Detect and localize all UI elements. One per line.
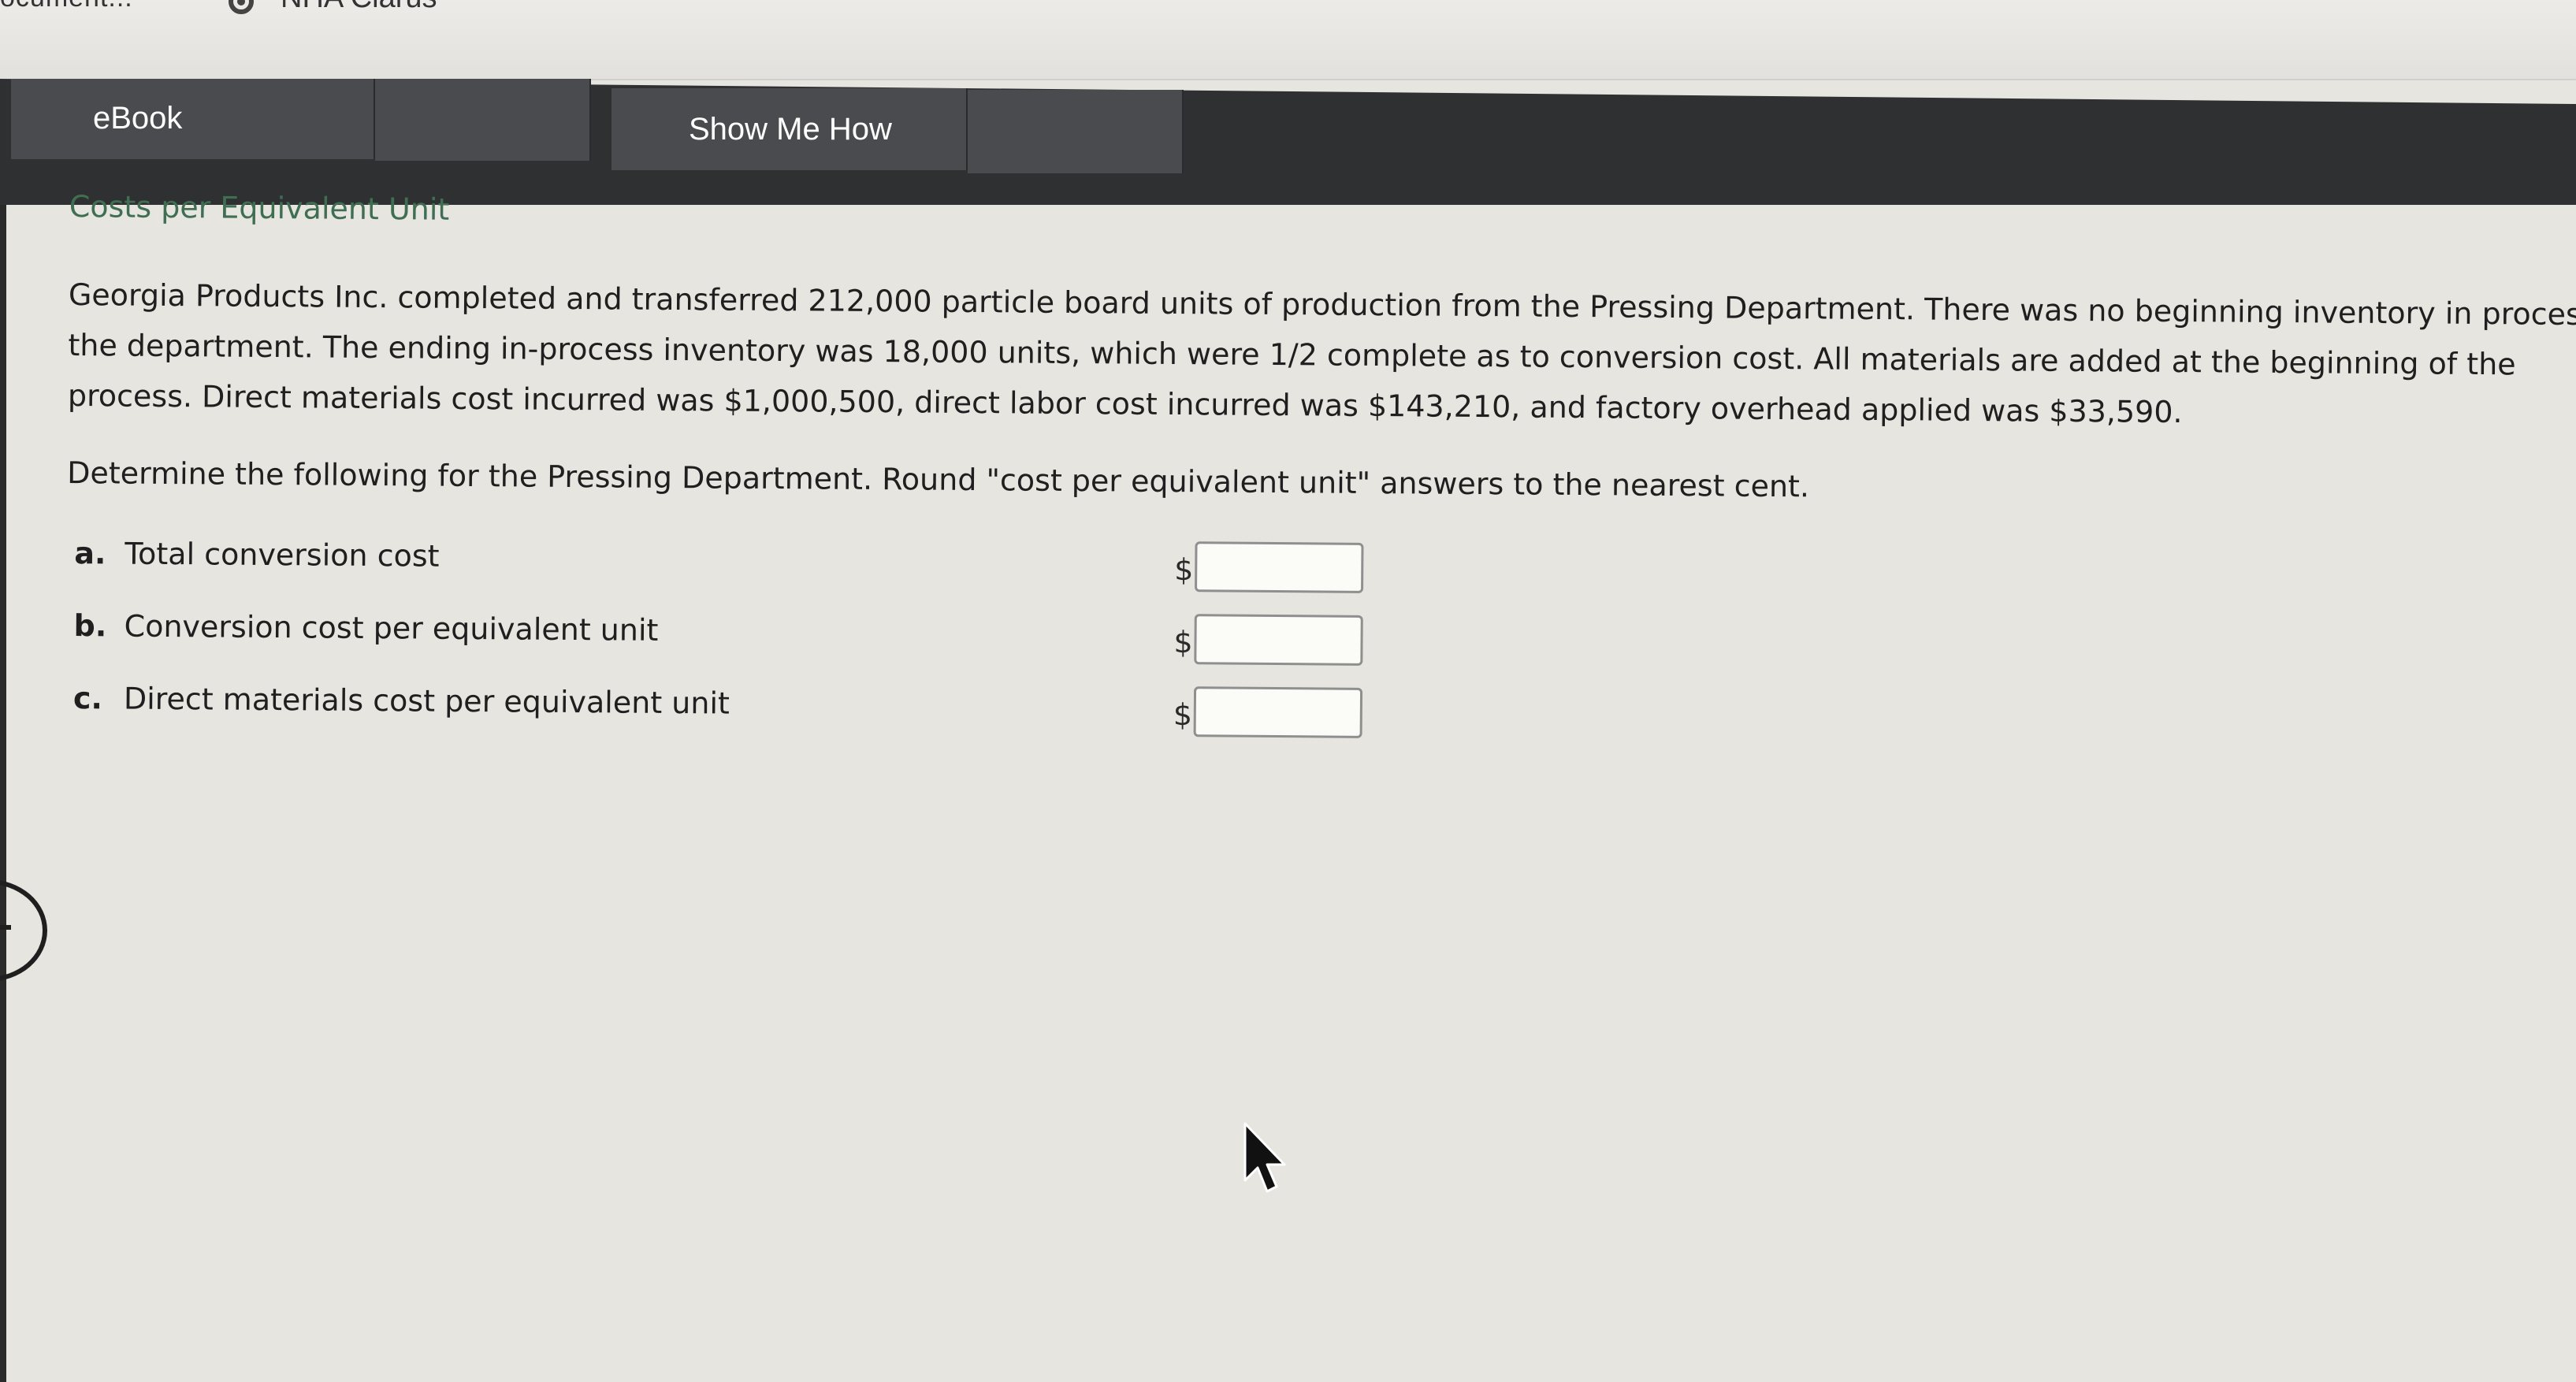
question-letter: a. [74, 536, 106, 571]
mouse-cursor-icon [1243, 1122, 1286, 1193]
question-letter: b. [73, 608, 107, 644]
show-me-how-tab-label: Show Me How [689, 112, 892, 147]
screen-bezel-edge [0, 205, 6, 1382]
question-b: b. Conversion cost per equivalent unit [73, 608, 658, 648]
bookmark-document[interactable]: ocument... [0, 0, 133, 13]
chevron-left-icon [0, 925, 11, 930]
bookmark-nha-clarus[interactable]: NHA Clarus [281, 0, 437, 15]
direct-materials-cost-per-unit-input[interactable] [1193, 686, 1363, 738]
ebook-tab-extension[interactable] [375, 79, 591, 161]
question-c: c. Direct materials cost per equivalent u… [73, 681, 730, 721]
question-letter: c. [72, 681, 103, 716]
show-me-how-tab[interactable]: Show Me How [611, 88, 968, 170]
side-navigation-button[interactable] [0, 879, 47, 982]
question-label: Conversion cost per equivalent unit [124, 608, 659, 648]
problem-title: Costs per Equivalent Unit [69, 189, 450, 227]
total-conversion-cost-input[interactable] [1195, 541, 1364, 593]
question-label: Total conversion cost [125, 536, 440, 574]
instructions-text: Determine the following for the Pressing… [66, 455, 1810, 504]
currency-symbol: $ [1173, 697, 1193, 733]
browser-bookmarks-bar: ocument... NHA Clarus [0, 0, 2576, 80]
show-me-how-tab-extension[interactable] [968, 90, 1184, 173]
ebook-tab-label: eBook [93, 101, 183, 136]
problem-paragraph: Georgia Products Inc. completed and tran… [68, 269, 2576, 440]
question-a: a. Total conversion cost [74, 536, 439, 574]
question-label: Direct materials cost per equivalent uni… [123, 681, 730, 721]
gear-icon [229, 0, 254, 14]
conversion-cost-per-unit-input[interactable] [1194, 614, 1363, 666]
currency-symbol: $ [1173, 625, 1193, 660]
ebook-tab[interactable]: eBook [11, 79, 375, 159]
currency-symbol: $ [1174, 552, 1194, 588]
